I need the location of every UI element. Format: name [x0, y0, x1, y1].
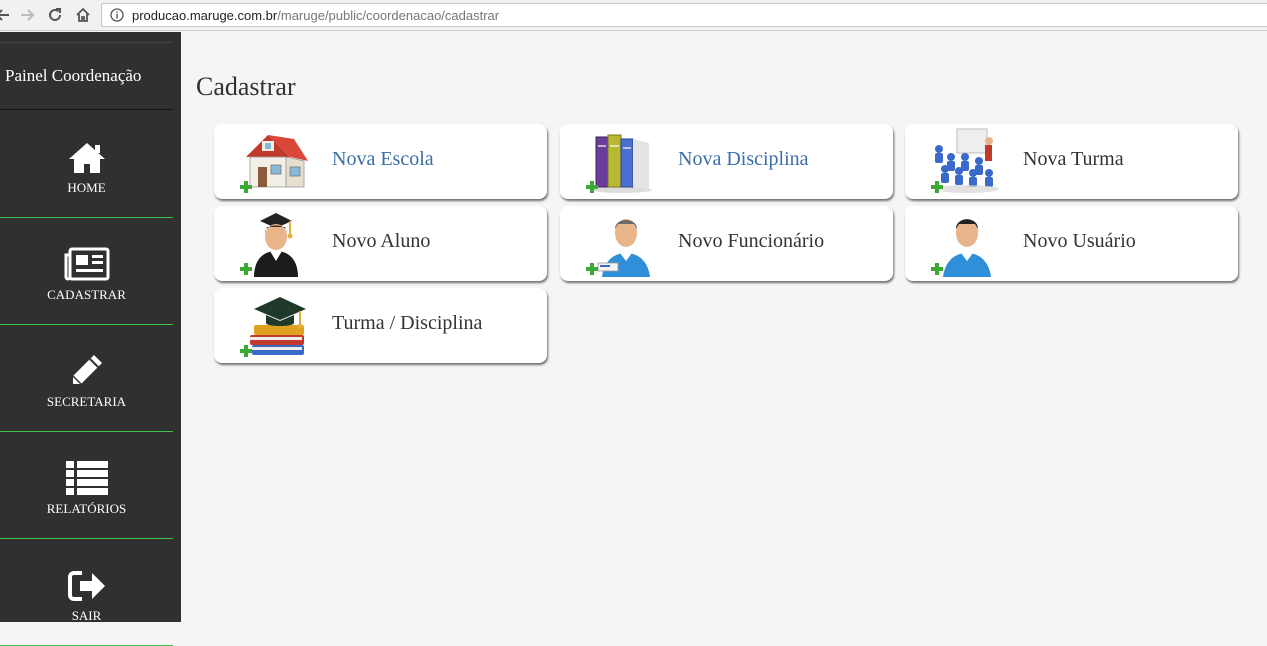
browser-toolbar: producao.maruge.com.br/maruge/public/coo… — [0, 0, 1267, 31]
browser-home-icon — [76, 7, 90, 22]
url-path: /maruge/public/coordenacao/cadastrar — [277, 7, 500, 23]
sidebar-item-label: SECRETARIA — [46, 393, 127, 409]
card-label: Turma / Disciplina — [332, 312, 483, 334]
reload-icon — [49, 8, 61, 21]
back-arrow-icon — [0, 9, 9, 21]
card-nova-turma[interactable]: Nova Turma — [905, 124, 1238, 199]
forward-button[interactable] — [16, 4, 38, 26]
card-label: Nova Escola — [332, 148, 434, 170]
info-icon[interactable] — [110, 8, 124, 22]
sidebar-item-label: CADASTRAR — [47, 286, 126, 302]
home-browser-button[interactable] — [72, 4, 94, 26]
sidebar-item-relatorios[interactable]: RELATÓRIOS — [0, 433, 173, 539]
page-title: Cadastrar — [196, 72, 296, 101]
card-label: Novo Funcionário — [678, 230, 825, 252]
add-plus-icon — [931, 180, 943, 193]
sidebar-item-sair[interactable]: SAIR — [0, 540, 173, 646]
forward-arrow-icon — [21, 9, 35, 21]
card-novo-usuario[interactable]: Novo Usuário — [905, 206, 1238, 281]
card-novo-funcionario[interactable]: Novo Funcionário — [560, 206, 893, 281]
card-novo-aluno[interactable]: Novo Aluno — [214, 206, 547, 281]
sidebar-item-cadastrar[interactable]: CADASTRAR — [0, 219, 173, 325]
main-content: Cadastrar Nova Escola Nova Disciplina No… — [181, 32, 1267, 622]
address-bar[interactable]: producao.maruge.com.br/maruge/public/coo… — [101, 3, 1267, 27]
add-plus-icon — [240, 180, 252, 193]
sidebar-item-label: SAIR — [71, 607, 102, 623]
back-button[interactable] — [0, 4, 14, 26]
add-plus-icon — [586, 262, 598, 275]
add-plus-icon — [240, 262, 252, 275]
sign-out-icon — [67, 562, 106, 602]
reload-button[interactable] — [44, 4, 66, 26]
card-label: Nova Disciplina — [678, 148, 809, 170]
card-label: Nova Turma — [1023, 148, 1124, 170]
card-nova-disciplina[interactable]: Nova Disciplina — [560, 124, 893, 199]
list-icon — [65, 455, 108, 495]
card-label: Novo Usuário — [1023, 230, 1136, 252]
card-nova-escola[interactable]: Nova Escola — [214, 124, 547, 199]
sidebar: Painel Coordenação HOME CADASTRAR SECRET… — [0, 32, 181, 646]
newspaper-icon — [64, 241, 110, 281]
sidebar-item-label: RELATÓRIOS — [46, 500, 127, 516]
url-host: producao.maruge.com.br — [132, 7, 278, 23]
card-label: Novo Aluno — [332, 230, 431, 252]
home-icon — [68, 134, 106, 174]
pencil-icon — [69, 348, 105, 388]
add-plus-icon — [586, 180, 598, 193]
sidebar-title: Painel Coordenação — [0, 42, 173, 110]
sidebar-item-home[interactable]: HOME — [0, 112, 173, 218]
add-plus-icon — [240, 344, 252, 357]
add-plus-icon — [931, 262, 943, 275]
card-turma-disciplina[interactable]: Turma / Disciplina — [214, 288, 547, 363]
sidebar-item-secretaria[interactable]: SECRETARIA — [0, 326, 173, 432]
sidebar-item-label: HOME — [67, 179, 106, 195]
